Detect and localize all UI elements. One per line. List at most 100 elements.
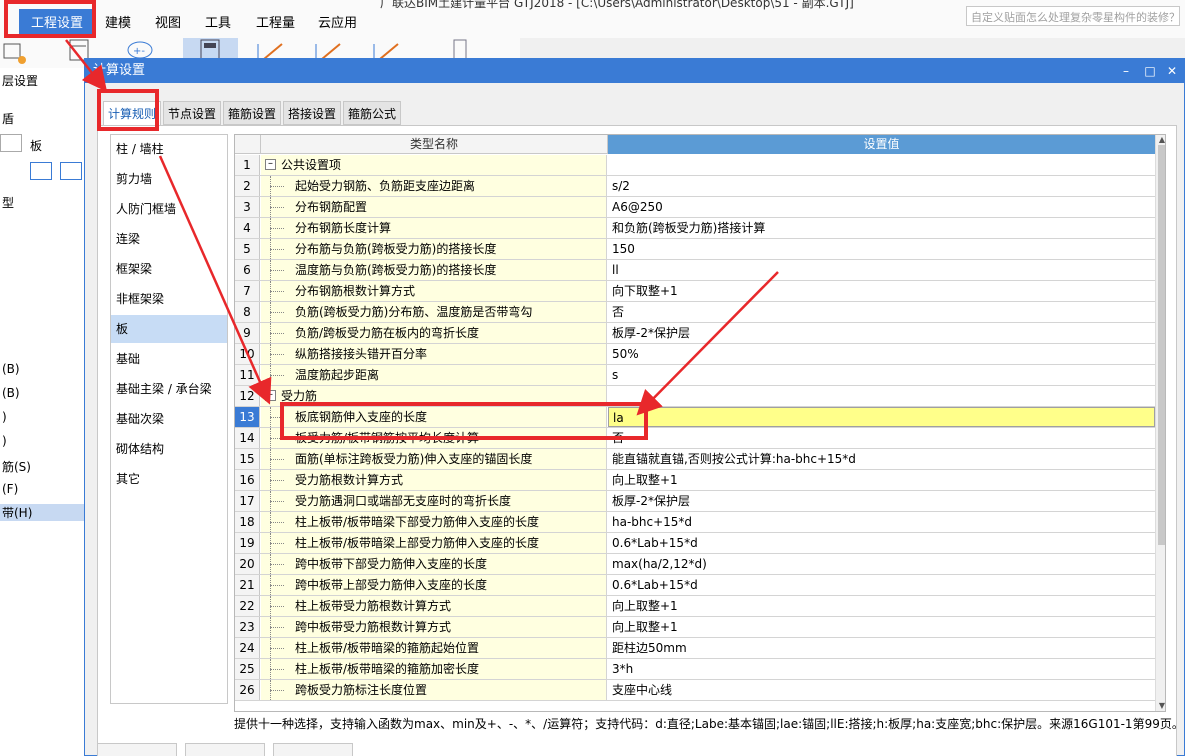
row-value-cell[interactable]: ll <box>608 260 1155 280</box>
scroll-thumb[interactable] <box>1158 145 1165 545</box>
row-value-cell[interactable] <box>608 386 1155 406</box>
left-label[interactable]: (B) <box>2 362 20 376</box>
left-label[interactable]: 筋(S) <box>2 458 31 475</box>
category-item[interactable]: 基础 <box>111 345 227 373</box>
row-value-cell[interactable]: 向上取整+1 <box>608 596 1155 616</box>
row-value-cell[interactable]: 3*h <box>608 659 1155 679</box>
left-dropdown-value[interactable]: 板 <box>30 137 42 154</box>
row-value-cell[interactable]: 向下取整+1 <box>608 281 1155 301</box>
left-label-selected[interactable]: 带(H) <box>0 504 86 521</box>
row-value-cell[interactable]: 板厚-2*保护层 <box>608 491 1155 511</box>
table-row[interactable]: 5 分布筋与负筋(跨板受力筋)的搭接长度 150 <box>235 239 1155 260</box>
category-item[interactable]: 基础主梁 / 承台梁 <box>111 375 227 403</box>
table-row[interactable]: 6 温度筋与负筋(跨板受力筋)的搭接长度 ll <box>235 260 1155 281</box>
table-row[interactable]: 3 分布钢筋配置 A6@250 <box>235 197 1155 218</box>
row-value-cell[interactable]: 0.6*Lab+15*d <box>608 575 1155 595</box>
row-value-cell[interactable]: 否 <box>608 302 1155 322</box>
collapse-icon[interactable]: – <box>265 159 276 170</box>
floor-settings-icon[interactable] <box>0 38 40 66</box>
help-search-input[interactable]: 自定义贴面怎么处理复杂零星构件的装修？ <box>966 6 1180 26</box>
scroll-up-icon[interactable]: ▲ <box>1156 135 1165 145</box>
row-value-cell[interactable]: 距柱边50mm <box>608 638 1155 658</box>
row-value-cell[interactable]: s <box>608 365 1155 385</box>
vertical-scrollbar[interactable]: ▲ ▼ <box>1155 135 1165 711</box>
row-value-cell[interactable]: A6@250 <box>608 197 1155 217</box>
scroll-down-icon[interactable]: ▼ <box>1156 701 1165 711</box>
table-row[interactable]: 17 受力筋遇洞口或端部无支座时的弯折长度 板厚-2*保护层 <box>235 491 1155 512</box>
category-item[interactable]: 板 <box>111 315 227 343</box>
table-row[interactable]: 2 起始受力钢筋、负筋距支座边距离 s/2 <box>235 176 1155 197</box>
category-item[interactable]: 柱 / 墙柱 <box>111 135 227 163</box>
row-value-cell[interactable]: max(ha/2,12*d) <box>608 554 1155 574</box>
menu-modeling[interactable]: 建模 <box>105 12 131 31</box>
tree-line <box>270 522 284 523</box>
table-row[interactable]: 9 负筋/跨板受力筋在板内的弯折长度 板厚-2*保护层 <box>235 323 1155 344</box>
row-value-cell[interactable]: 0.6*Lab+15*d <box>608 533 1155 553</box>
table-row[interactable]: 7 分布钢筋根数计算方式 向下取整+1 <box>235 281 1155 302</box>
category-item[interactable]: 剪力墙 <box>111 165 227 193</box>
table-row[interactable]: 22 柱上板带受力筋根数计算方式 向上取整+1 <box>235 596 1155 617</box>
row-value-cell[interactable]: ha-bhc+15*d <box>608 512 1155 532</box>
row-value-cell[interactable]: 150 <box>608 239 1155 259</box>
dialog-button[interactable] <box>97 743 177 756</box>
table-row[interactable]: 4 分布钢筋长度计算 和负筋(跨板受力筋)搭接计算 <box>235 218 1155 239</box>
table-row[interactable]: 11 温度筋起步距离 s <box>235 365 1155 386</box>
tree-line <box>270 543 284 544</box>
row-value-cell[interactable]: 否 <box>608 428 1155 448</box>
row-value-cell[interactable]: 板厚-2*保护层 <box>608 323 1155 343</box>
row-value-cell[interactable]: 向上取整+1 <box>608 470 1155 490</box>
row-value-cell[interactable]: la <box>608 407 1155 427</box>
row-value-cell[interactable]: 支座中心线 <box>608 680 1155 700</box>
row-value-cell[interactable]: 50% <box>608 344 1155 364</box>
row-value-cell[interactable]: 能直锚就直锚,否则按公式计算:ha-bhc+15*d <box>608 449 1155 469</box>
row-value-cell[interactable]: s/2 <box>608 176 1155 196</box>
close-icon[interactable]: ✕ <box>1161 59 1183 83</box>
grid-view-icon[interactable] <box>60 162 82 180</box>
maximize-icon[interactable]: □ <box>1139 59 1161 83</box>
table-row[interactable]: 15 面筋(单标注跨板受力筋)伸入支座的锚固长度 能直锚就直锚,否则按公式计算:ha… <box>235 449 1155 470</box>
left-label[interactable]: ) <box>2 434 7 448</box>
table-row[interactable]: 8 负筋(跨板受力筋)分布筋、温度筋是否带弯勾 否 <box>235 302 1155 323</box>
table-row[interactable]: 25 柱上板带/板带暗梁的箍筋加密长度 3*h <box>235 659 1155 680</box>
category-item[interactable]: 其它 <box>111 465 227 493</box>
dialog-button[interactable] <box>273 743 353 756</box>
category-item[interactable]: 非框架梁 <box>111 285 227 313</box>
left-label[interactable]: (F) <box>2 482 18 496</box>
left-label[interactable]: ) <box>2 410 7 424</box>
category-item[interactable]: 基础次梁 <box>111 405 227 433</box>
row-value-cell[interactable] <box>608 155 1155 175</box>
dropdown-arrow-icon[interactable] <box>0 134 22 152</box>
dialog-button[interactable] <box>185 743 265 756</box>
table-row[interactable]: 23 跨中板带受力筋根数计算方式 向上取整+1 <box>235 617 1155 638</box>
row-value-cell[interactable]: 向上取整+1 <box>608 617 1155 637</box>
tab-node-settings[interactable]: 节点设置 <box>163 101 221 125</box>
collapse-icon[interactable]: – <box>265 390 276 401</box>
tree-line <box>270 459 284 460</box>
category-item[interactable]: 框架梁 <box>111 255 227 283</box>
table-row[interactable]: 21 跨中板带上部受力筋伸入支座的长度 0.6*Lab+15*d <box>235 575 1155 596</box>
table-row[interactable]: 20 跨中板带下部受力筋伸入支座的长度 max(ha/2,12*d) <box>235 554 1155 575</box>
list-view-icon[interactable] <box>30 162 52 180</box>
row-name-text: 跨中板带上部受力筋伸入支座的长度 <box>295 578 488 592</box>
menu-tools[interactable]: 工具 <box>205 12 231 31</box>
menu-view[interactable]: 视图 <box>155 12 181 31</box>
table-row[interactable]: 18 柱上板带/板带暗梁下部受力筋伸入支座的长度 ha-bhc+15*d <box>235 512 1155 533</box>
tab-stirrup-formula[interactable]: 箍筋公式 <box>343 101 401 125</box>
category-item[interactable]: 人防门框墙 <box>111 195 227 223</box>
table-row[interactable]: 16 受力筋根数计算方式 向上取整+1 <box>235 470 1155 491</box>
tab-stirrup-settings[interactable]: 箍筋设置 <box>223 101 281 125</box>
category-item[interactable]: 砌体结构 <box>111 435 227 463</box>
table-row[interactable]: 10 纵筋搭接接头错开百分率 50% <box>235 344 1155 365</box>
menu-quantity[interactable]: 工程量 <box>256 12 295 31</box>
table-row[interactable]: 1– 公共设置项 <box>235 155 1155 176</box>
table-row[interactable]: 26 跨板受力筋标注长度位置 支座中心线 <box>235 680 1155 701</box>
row-value-cell[interactable]: 和负筋(跨板受力筋)搭接计算 <box>608 218 1155 238</box>
left-label[interactable]: (B) <box>2 386 20 400</box>
table-row[interactable]: 19 柱上板带/板带暗梁上部受力筋伸入支座的长度 0.6*Lab+15*d <box>235 533 1155 554</box>
menu-cloud[interactable]: 云应用 <box>318 12 357 31</box>
tab-lap-settings[interactable]: 搭接设置 <box>283 101 341 125</box>
minimize-icon[interactable]: – <box>1115 59 1137 83</box>
table-row[interactable]: 24 柱上板带/板带暗梁的箍筋起始位置 距柱边50mm <box>235 638 1155 659</box>
row-name-text: 分布钢筋根数计算方式 <box>295 284 416 298</box>
category-item[interactable]: 连梁 <box>111 225 227 253</box>
